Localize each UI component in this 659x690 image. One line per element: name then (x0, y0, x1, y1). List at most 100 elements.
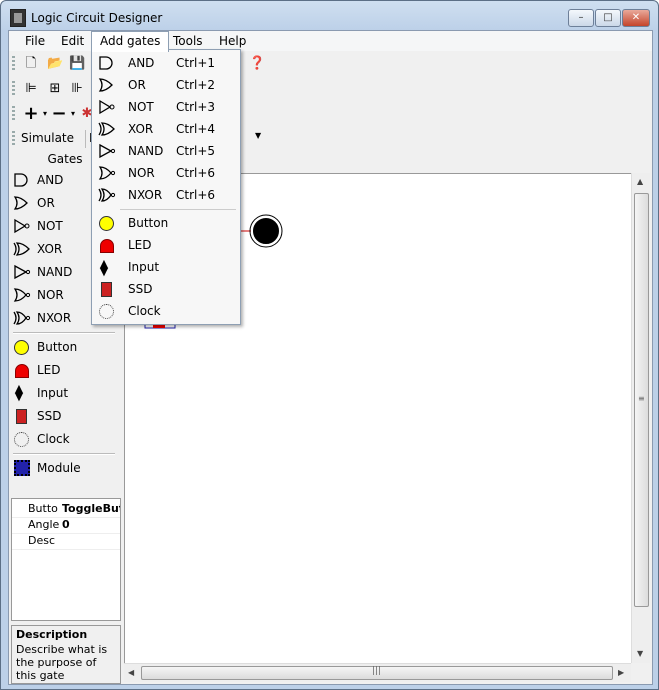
sidebar-item-ssd[interactable]: SSD (11, 406, 117, 426)
property-row[interactable]: Angle 0 (12, 517, 120, 534)
property-name: Angle (28, 518, 60, 531)
description-title: Description (16, 628, 88, 641)
menu-item-label: LED (128, 238, 152, 252)
menu-item-nxor[interactable]: NXOR Ctrl+6 (94, 184, 238, 206)
sidebar-item-label: Button (37, 340, 78, 354)
sidebar-item-label: NOT (37, 219, 63, 233)
size-grip[interactable] (631, 663, 649, 681)
sidebar-item-label: SSD (37, 409, 62, 423)
menu-edit[interactable]: Edit (53, 33, 92, 51)
button-icon (98, 215, 116, 231)
align-center-icon[interactable]: ⊞ (47, 81, 63, 97)
vertical-scroll-thumb[interactable]: ≡ (634, 193, 649, 607)
sidebar-item-module[interactable]: Module (11, 458, 117, 478)
menu-add-gates[interactable]: Add gates (91, 31, 170, 52)
and-gate-icon (99, 56, 113, 70)
menu-item-shortcut: Ctrl+1 (176, 56, 216, 70)
nor-gate-icon (13, 288, 31, 302)
not-gate-icon (99, 99, 115, 115)
menu-item-shortcut: Ctrl+6 (176, 166, 216, 180)
client-area: File Edit Add gates Tools Help 🗋 📂 💾 ❓ ⊫… (8, 30, 653, 685)
minimize-button[interactable]: – (568, 9, 594, 27)
sidebar-item-label: Input (37, 386, 69, 400)
scroll-left-icon[interactable]: ◀ (128, 668, 134, 677)
sidebar-item-label: AND (37, 173, 64, 187)
menu-item-label: AND (128, 56, 155, 70)
toolbar-separator (85, 130, 86, 148)
close-button[interactable]: ✕ (622, 9, 650, 27)
new-file-icon[interactable]: 🗋 (23, 56, 39, 72)
sidebar-item-input[interactable]: ▲ ▼ Input (11, 383, 117, 403)
menu-item-ssd[interactable]: SSD (94, 278, 238, 300)
sidebar-item-label: NOR (37, 288, 64, 302)
toolbar-grip-2[interactable] (12, 81, 15, 97)
align-left-icon[interactable]: ⊫ (23, 81, 39, 97)
menu-item-button[interactable]: Button (94, 212, 238, 234)
description-panel: Description Describe what is the purpose… (11, 625, 121, 684)
toolbar-grip-4[interactable] (12, 131, 15, 147)
help-icon[interactable]: ❓ (249, 56, 265, 72)
nxor-gate-icon (13, 311, 31, 325)
menu-file[interactable]: File (17, 33, 53, 51)
menu-item-shortcut: Ctrl+6 (176, 188, 216, 202)
clock-icon (98, 303, 116, 319)
sidebar-item-label: OR (37, 196, 55, 210)
menu-item-clock[interactable]: Clock (94, 300, 238, 322)
menu-item-nand[interactable]: NAND Ctrl+5 (94, 140, 238, 162)
menu-item-shortcut: Ctrl+4 (176, 122, 216, 136)
menu-item-xor[interactable]: XOR Ctrl+4 (94, 118, 238, 140)
property-name: Butto (28, 502, 58, 515)
menu-item-label: SSD (128, 282, 153, 296)
menu-item-label: NXOR (128, 188, 163, 202)
menu-item-label: NAND (128, 144, 164, 158)
simulate-button[interactable]: Simulate (21, 131, 74, 145)
not-gate-icon (14, 218, 30, 234)
chevron-down-icon[interactable]: ▼ (255, 131, 261, 140)
menu-item-label: XOR (128, 122, 154, 136)
sidebar-item-label: NAND (37, 265, 73, 279)
and-gate-icon (14, 173, 28, 187)
add-gates-menu: AND Ctrl+1 OR Ctrl+2 NOT Ctrl+3 XOR Ctrl… (91, 49, 241, 325)
sidebar-item-led[interactable]: LED (11, 360, 117, 380)
nxor-gate-icon (98, 188, 116, 202)
description-text: Describe what is the purpose of this gat… (16, 643, 108, 682)
or-gate-icon (98, 78, 113, 92)
scroll-down-icon[interactable]: ▼ (637, 649, 643, 658)
property-name: Desc (28, 534, 56, 547)
property-value[interactable]: ToggleBut (62, 501, 120, 517)
grip-icon: ||| (372, 666, 382, 676)
horizontal-scroll-thumb[interactable]: ||| (141, 666, 613, 680)
save-icon[interactable]: 💾 (69, 56, 85, 72)
property-row[interactable]: Butto ToggleBut (12, 501, 120, 518)
sidebar-divider (13, 453, 115, 455)
led-output-node[interactable] (251, 216, 281, 246)
property-value[interactable]: 0 (62, 517, 120, 533)
toolbar-grip-3[interactable] (12, 106, 15, 122)
menu-item-led[interactable]: LED (94, 234, 238, 256)
sidebar-item-label: NXOR (37, 311, 72, 325)
menu-item-input[interactable]: ▲ ▼ Input (94, 256, 238, 278)
menu-item-or[interactable]: OR Ctrl+2 (94, 74, 238, 96)
open-folder-icon[interactable]: 📂 (47, 56, 63, 72)
scroll-up-icon[interactable]: ▲ (637, 177, 643, 186)
sidebar-item-clock[interactable]: Clock (11, 429, 117, 449)
sidebar-item-button[interactable]: Button (11, 337, 117, 357)
sidebar-item-label: XOR (37, 242, 63, 256)
toolbar-align: ⊫ ⊞ ⊪ (9, 77, 99, 101)
menu-item-nor[interactable]: NOR Ctrl+6 (94, 162, 238, 184)
property-row[interactable]: Desc (12, 533, 120, 550)
maximize-button[interactable]: □ (595, 9, 621, 27)
scroll-right-icon[interactable]: ▶ (618, 668, 624, 677)
menu-item-not[interactable]: NOT Ctrl+3 (94, 96, 238, 118)
ssd-icon (13, 408, 31, 424)
horizontal-scrollbar[interactable]: ◀ ||| ▶ (124, 663, 631, 682)
vertical-scrollbar[interactable]: ▲ ≡ ▼ (631, 173, 650, 663)
nor-gate-icon (98, 166, 116, 180)
title-bar[interactable]: Logic Circuit Designer – □ ✕ (1, 1, 658, 31)
menu-item-and[interactable]: AND Ctrl+1 (94, 52, 238, 74)
toolbar-grip[interactable] (12, 56, 15, 72)
align-right-icon[interactable]: ⊪ (69, 81, 85, 97)
or-gate-icon (13, 196, 28, 210)
ssd-icon (98, 281, 116, 297)
menu-bar: File Edit Add gates Tools Help (9, 31, 652, 52)
